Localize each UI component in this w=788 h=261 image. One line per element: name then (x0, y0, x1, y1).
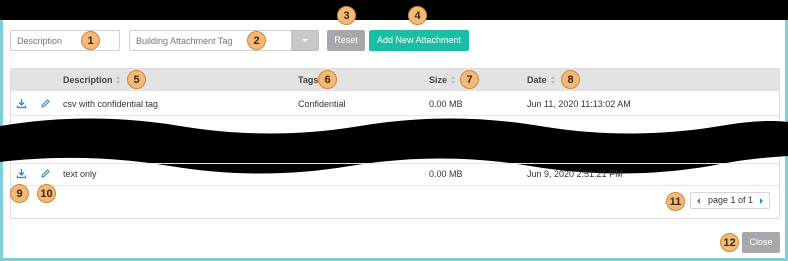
row-date: Jun 11, 2020 11:13:02 AM (527, 99, 631, 109)
row-tags: Confidential (298, 99, 346, 109)
pencil-icon[interactable] (40, 168, 51, 179)
row-divider (11, 163, 779, 164)
pencil-icon[interactable] (40, 98, 51, 109)
chevron-down-icon (301, 39, 308, 42)
tag-filter-select[interactable] (129, 30, 292, 51)
callout-badge: 5 (127, 70, 146, 89)
chevron-right-icon[interactable] (760, 198, 763, 204)
row-divider (11, 185, 779, 186)
callout-badge: 3 (337, 6, 356, 25)
add-new-attachment-button[interactable]: Add New Attachment (369, 30, 469, 51)
pagination-label: page 1 of 1 (708, 195, 754, 205)
callout-badge: 7 (460, 70, 479, 89)
sort-icon[interactable] (451, 76, 456, 85)
download-icon[interactable] (16, 98, 27, 109)
callout-badge: 1 (81, 31, 100, 50)
pagination: page 1 of 1 (690, 192, 770, 209)
redacted-title-bar (0, 0, 788, 20)
callout-badge: 8 (561, 70, 580, 89)
callout-badge: 2 (247, 31, 266, 50)
download-icon[interactable] (16, 168, 27, 179)
row-size: 0.00 MB (429, 169, 463, 179)
description-filter-input[interactable] (10, 30, 120, 51)
tag-dropdown-toggle[interactable] (291, 30, 319, 51)
callout-badge: 12 (720, 233, 739, 252)
sort-icon[interactable] (116, 76, 121, 85)
callout-badge: 6 (318, 70, 337, 89)
close-button[interactable]: Close (742, 232, 780, 253)
chevron-left-icon[interactable] (697, 198, 700, 204)
callout-badge: 4 (408, 6, 427, 25)
callout-badge: 10 (37, 184, 56, 203)
column-header-tags[interactable]: Tags (298, 69, 318, 91)
reset-button[interactable]: Reset (327, 30, 365, 51)
redaction-scribble (0, 118, 788, 174)
sort-icon[interactable] (551, 76, 556, 85)
callout-badge: 9 (10, 184, 29, 203)
row-date: Jun 9, 2020 2:51:21 PM (527, 169, 623, 179)
row-size: 0.00 MB (429, 99, 463, 109)
column-header-description[interactable]: Description (63, 69, 113, 91)
row-description: text only (63, 169, 97, 179)
column-header-date[interactable]: Date (527, 69, 547, 91)
callout-badge: 11 (666, 192, 685, 211)
column-header-size[interactable]: Size (429, 69, 447, 91)
row-description: csv with confidential tag (63, 99, 159, 109)
